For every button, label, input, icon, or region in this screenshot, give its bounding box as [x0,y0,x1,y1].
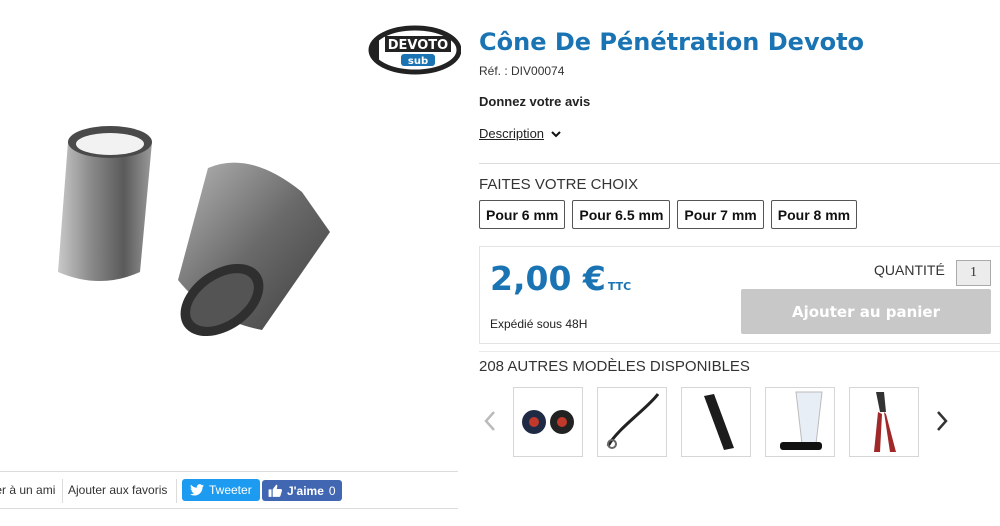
divider [479,351,1000,352]
twitter-bird-icon [190,484,204,496]
tweet-button[interactable]: Tweeter [182,479,260,501]
purchase-box: 2,00 € TTC Expédié sous 48H QUANTITÉ 1 Aj… [479,246,1000,344]
like-count: 0 [328,483,336,498]
price-value: 2,00 € [490,259,606,298]
description-label: Description [479,126,545,141]
ref-label: Réf. : [479,64,512,78]
option-6-5mm[interactable]: Pour 6.5 mm [572,200,671,229]
thumbs-up-icon [268,484,282,497]
thumbnail-fin[interactable] [765,387,835,457]
facebook-like-button[interactable]: J'aime 0 [262,480,342,501]
reel-icon [522,410,574,434]
other-models-carousel [479,387,1000,459]
product-title: Cône De Pénétration Devoto [479,28,865,56]
thumbnail-pliers[interactable] [849,387,919,457]
option-6mm[interactable]: Pour 6 mm [479,200,566,229]
add-to-favorites-link[interactable]: Ajouter aux favoris [68,483,167,497]
lanyard-icon [606,393,660,449]
fin-icon [780,391,823,450]
price: 2,00 € TTC [490,259,631,298]
like-label: J'aime [287,483,324,498]
crimping-pliers-icon [874,392,896,452]
metal-cones-illustration [58,126,330,337]
ref-value: DIV00074 [511,64,565,78]
thumbnail-reel[interactable] [513,387,583,457]
chevron-left-icon[interactable] [481,409,499,433]
product-reference: Réf. : DIV00074 [479,64,564,78]
size-options: Pour 6 mm Pour 6.5 mm Pour 7 mm Pour 8 m… [479,200,858,229]
choice-title: FAITES VOTRE CHOIX [479,176,639,193]
chevron-down-icon [551,130,561,137]
handle-icon [704,394,734,450]
tweet-label: Tweeter [209,483,252,497]
divider [479,163,1000,164]
logo-subtext: sub [408,56,428,67]
thumbnail-lanyard[interactable] [597,387,667,457]
share-bar: Envoyer à un ami Ajouter aux favoris Twe… [0,471,458,509]
logo-text: DEVOTO [388,38,448,53]
chevron-right-icon[interactable] [933,409,951,433]
send-to-friend-link[interactable]: Envoyer à un ami [0,483,55,497]
brand-logo[interactable]: DEVOTO sub [365,24,462,76]
price-suffix: TTC [607,280,632,293]
shipping-info: Expédié sous 48H [490,317,588,331]
separator [62,479,63,503]
review-link[interactable]: Donnez votre avis [479,94,590,109]
quantity-label: QUANTITÉ [874,262,945,278]
quantity-input[interactable]: 1 [956,260,991,286]
option-8mm[interactable]: Pour 8 mm [770,200,858,229]
option-7mm[interactable]: Pour 7 mm [677,200,764,229]
thumbnail-handle[interactable] [681,387,751,457]
other-models-title: 208 AUTRES MODÈLES DISPONIBLES [479,358,750,375]
add-to-cart-button[interactable]: Ajouter au panier [741,289,991,334]
description-toggle[interactable]: Description [479,126,562,141]
separator [176,479,177,503]
